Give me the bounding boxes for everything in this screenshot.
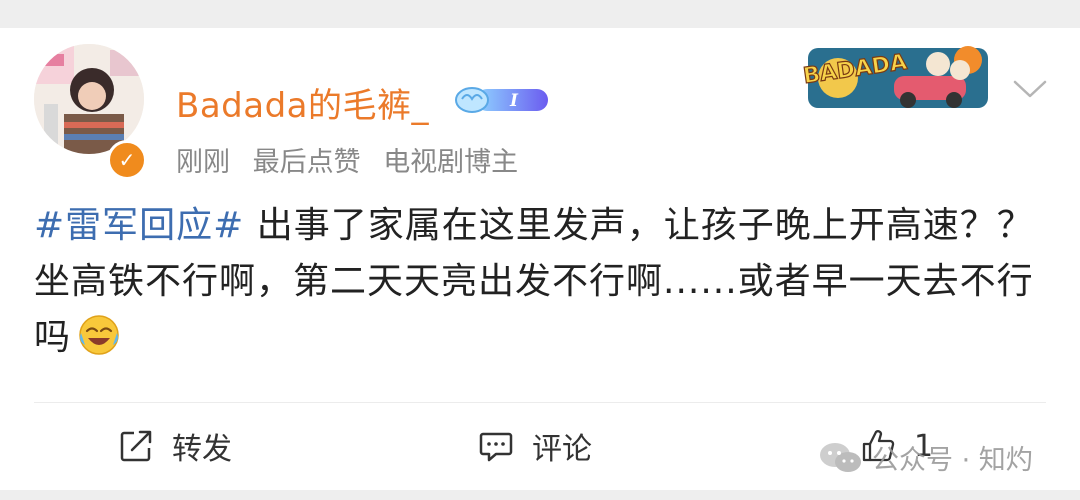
wechat-icon: [820, 442, 861, 472]
avatar[interactable]: [34, 44, 144, 154]
repost-icon: [120, 430, 152, 462]
laughing-crying-emoji-icon: [79, 315, 119, 355]
badada-sticker: BADADA: [801, 46, 988, 108]
level-badge-text: I: [509, 91, 519, 111]
bottom-strip: [0, 490, 1080, 500]
post-activity: 最后点赞: [252, 147, 361, 178]
level-badge-icon[interactable]: I: [454, 85, 550, 115]
avatar-image: [34, 44, 144, 154]
comment-button[interactable]: 评论: [478, 424, 592, 468]
divider: [34, 402, 1046, 403]
chevron-down-icon[interactable]: [1012, 78, 1048, 100]
post-meta: 刚刚 最后点赞 电视剧博主: [176, 140, 532, 179]
post-content: #雷军回应# 出事了家属在这里发声，让孩子晚上开高速？？ 坐高铁不行啊，第二天天…: [34, 198, 1034, 366]
verified-badge-icon: ✓: [107, 140, 147, 180]
hashtag-link[interactable]: #雷军回应#: [34, 205, 244, 246]
watermark: 公众号 · 知灼: [818, 438, 1033, 477]
comment-icon: [479, 432, 513, 462]
comment-label: 评论: [532, 432, 592, 467]
post-time: 刚刚: [176, 147, 230, 178]
repost-label: 转发: [172, 432, 232, 467]
username[interactable]: Badada的毛裤_: [176, 78, 429, 127]
author-role[interactable]: 电视剧博主: [383, 147, 518, 178]
repost-button[interactable]: 转发: [118, 424, 232, 468]
watermark-text: 公众号 · 知灼: [872, 445, 1033, 476]
